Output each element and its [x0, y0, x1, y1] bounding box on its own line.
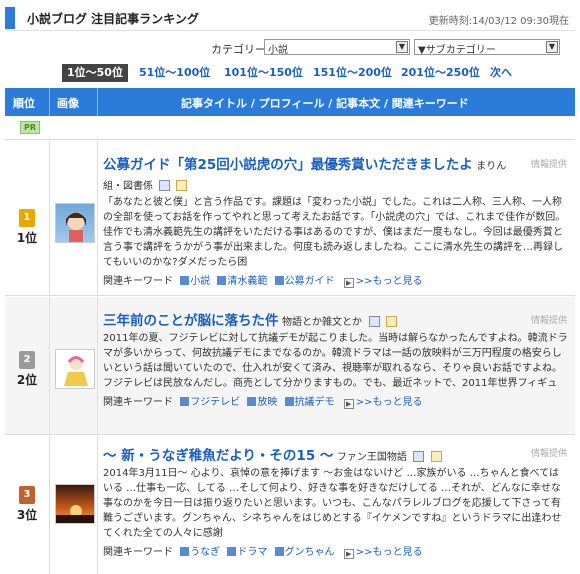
rank-cell: 1 1位 — [5, 209, 49, 246]
keyword-link[interactable]: グンちゃん — [274, 547, 335, 558]
category-select-value: 小説 — [268, 45, 288, 56]
entry-title-link[interactable]: 公募ガイド「第25回小説虎の穴」最優秀賞いただきましたよ — [103, 157, 473, 173]
profile-icon[interactable] — [176, 180, 188, 191]
arrow-right-icon: ▶ — [343, 278, 354, 288]
entry-title-line: 〜 新・うなぎ稚魚だより・その15 〜 ファン王国物語 — [103, 444, 569, 464]
entry-title-line: 三年前のことが脳に落ちた件 物語とか雑文とか — [103, 309, 569, 329]
updated-timestamp: 更新時刻:14/03/12 09:30現在 — [428, 16, 569, 27]
more-link[interactable]: ▶ >>もっと見る — [343, 276, 423, 288]
pr-badge[interactable]: PR — [20, 121, 40, 134]
anime-character-icon — [66, 212, 86, 242]
keyword-link[interactable]: 公募ガイド — [274, 276, 335, 287]
info-provide-label[interactable]: 情報提供 — [531, 313, 567, 326]
related-keywords: 関連キーワード 小説 清水義範 公募ガイド ▶ >>もっと見る — [103, 272, 569, 288]
blog-icon[interactable] — [368, 316, 380, 327]
keyword-link[interactable]: 清水義範 — [217, 276, 267, 287]
entry-thumbnail[interactable] — [55, 349, 95, 389]
keyword-link[interactable]: ドラマ — [227, 547, 267, 558]
ranking-title-bar: 小説ブログ 注目記事ランキング 更新時刻:14/03/12 09:30現在 — [5, 5, 575, 31]
subcategory-select-value: ▼サブカテゴリー — [418, 45, 496, 56]
pager-link-51-100[interactable]: 51位〜100位 — [139, 64, 210, 82]
keyword-icon — [274, 547, 284, 556]
pager-current: 1位〜50位 — [62, 64, 128, 82]
entry-thumbnail[interactable] — [55, 203, 95, 243]
title-accent-bar — [5, 7, 15, 29]
pager-link-101-150[interactable]: 101位〜150位 — [224, 64, 303, 82]
rank-pager: 1位〜50位 51位〜100位 101位〜150位 151位〜200位 201位… — [0, 64, 580, 84]
rank-number: 1位 — [16, 231, 38, 245]
entry-excerpt: 2014年3月11日〜 心より、哀悼の意を捧げます 〜お金はないけど …家族がい… — [103, 468, 562, 539]
blog-icon[interactable] — [159, 180, 171, 191]
chevron-down-icon: ▼ — [546, 41, 558, 53]
keyword-icon — [180, 397, 190, 406]
related-keywords: 関連キーワード うなぎ ドラマ グンちゃん ▶ >>もっと見る — [103, 543, 569, 559]
entry-title-line: 公募ガイド「第25回小説虎の穴」最優秀賞いただきましたよ まりん — [103, 153, 569, 173]
rank-cell: 2 2位 — [5, 351, 49, 388]
keyword-icon — [227, 547, 237, 556]
entry-title-link[interactable]: 三年前のことが脳に落ちた件 — [103, 313, 279, 329]
keyword-icon — [180, 547, 190, 556]
pager-link-151-200[interactable]: 151位〜200位 — [313, 64, 392, 82]
entry-excerpt: 2011年の夏、フジテレビに対して抗議デモが起こりました。当時は解らなかったんで… — [103, 333, 568, 389]
keywords-label: 関連キーワード — [103, 397, 173, 408]
keywords-label: 関連キーワード — [103, 547, 173, 558]
blog-icon[interactable] — [413, 451, 425, 462]
header-image: 画像 — [57, 97, 79, 110]
keyword-link[interactable]: フジテレビ — [180, 397, 240, 408]
entry-excerpt: 「あなたと彼と僕」と言う作品です。課題は「変わった小説」でした。これは二人称、三… — [103, 197, 566, 268]
rank-medal-icon: 3 — [19, 486, 35, 504]
arrow-right-icon: ▶ — [343, 399, 354, 409]
rank-number: 2位 — [16, 373, 38, 387]
profile-icon[interactable] — [386, 316, 397, 327]
keyword-link[interactable]: 放映 — [247, 397, 277, 408]
page-title: 小説ブログ 注目記事ランキング — [27, 12, 199, 26]
entry-author[interactable]: まりん — [476, 161, 506, 172]
keyword-icon — [274, 276, 284, 285]
rank-medal-icon: 2 — [19, 351, 35, 369]
category-filter-row: カテゴリー 小説 ▼ ▼サブカテゴリー ▼ — [0, 38, 580, 58]
keyword-link[interactable]: うなぎ — [180, 547, 220, 558]
ranking-entry-3: 3 3位 〜 新・うなぎ稚魚だより・その15 〜 ファン王国物語 情報提供 20… — [5, 436, 575, 574]
info-provide-label[interactable]: 情報提供 — [531, 157, 567, 170]
rank-medal-icon: 1 — [19, 209, 35, 227]
header-main: 記事タイトル / プロフィール / 記事本文 / 関連キーワード — [181, 97, 469, 110]
category-label: カテゴリー — [211, 43, 266, 56]
chevron-down-icon: ▼ — [396, 41, 408, 53]
ranking-entry-2: 2 2位 三年前のことが脳に落ちた件 物語とか雑文とか 情報提供 2011年の夏… — [5, 297, 575, 435]
more-link[interactable]: ▶ >>もっと見る — [343, 397, 423, 409]
keywords-label: 関連キーワード — [103, 276, 173, 287]
keyword-icon — [284, 397, 294, 406]
arrow-right-icon: ▶ — [343, 549, 354, 559]
sunset-image-icon — [56, 505, 94, 523]
keyword-link[interactable]: 抗議デモ — [284, 397, 335, 408]
info-provide-label[interactable]: 情報提供 — [531, 446, 567, 459]
keyword-icon — [180, 276, 190, 285]
related-keywords: 関連キーワード フジテレビ 放映 抗議デモ ▶ >>もっと見る — [103, 393, 569, 409]
category-select[interactable]: 小説 ▼ — [264, 39, 410, 56]
header-rank: 順位 — [13, 97, 35, 110]
pager-link-201-250[interactable]: 201位〜250位 — [401, 64, 480, 82]
rank-cell: 3 3位 — [5, 486, 49, 523]
keyword-link[interactable]: 小説 — [180, 276, 210, 287]
profile-icon[interactable] — [430, 451, 442, 462]
entry-meta: 組・図書係 — [103, 177, 569, 192]
entry-author[interactable]: ファン王国物語 — [337, 452, 407, 463]
entry-author[interactable]: 物語とか雑文とか — [282, 317, 362, 328]
ranking-entry-1: 1 1位 公募ガイド「第25回小説虎の穴」最優秀賞いただきましたよ まりん 情報… — [5, 141, 575, 296]
subcategory-select[interactable]: ▼サブカテゴリー ▼ — [414, 39, 560, 56]
more-link[interactable]: ▶ >>もっと見る — [343, 547, 423, 559]
table-header: 順位 画像 記事タイトル / プロフィール / 記事本文 / 関連キーワード — [5, 88, 575, 116]
doll-illustration-icon — [64, 356, 88, 386]
pr-row: PR — [5, 116, 575, 140]
entry-thumbnail[interactable] — [55, 484, 95, 524]
pager-next[interactable]: 次へ — [490, 64, 512, 82]
entry-category: 組・図書係 — [103, 181, 153, 192]
keyword-icon — [217, 276, 227, 285]
rank-number: 3位 — [16, 508, 38, 522]
entry-title-link[interactable]: 〜 新・うなぎ稚魚だより・その15 〜 — [103, 448, 333, 464]
keyword-icon — [247, 397, 257, 406]
